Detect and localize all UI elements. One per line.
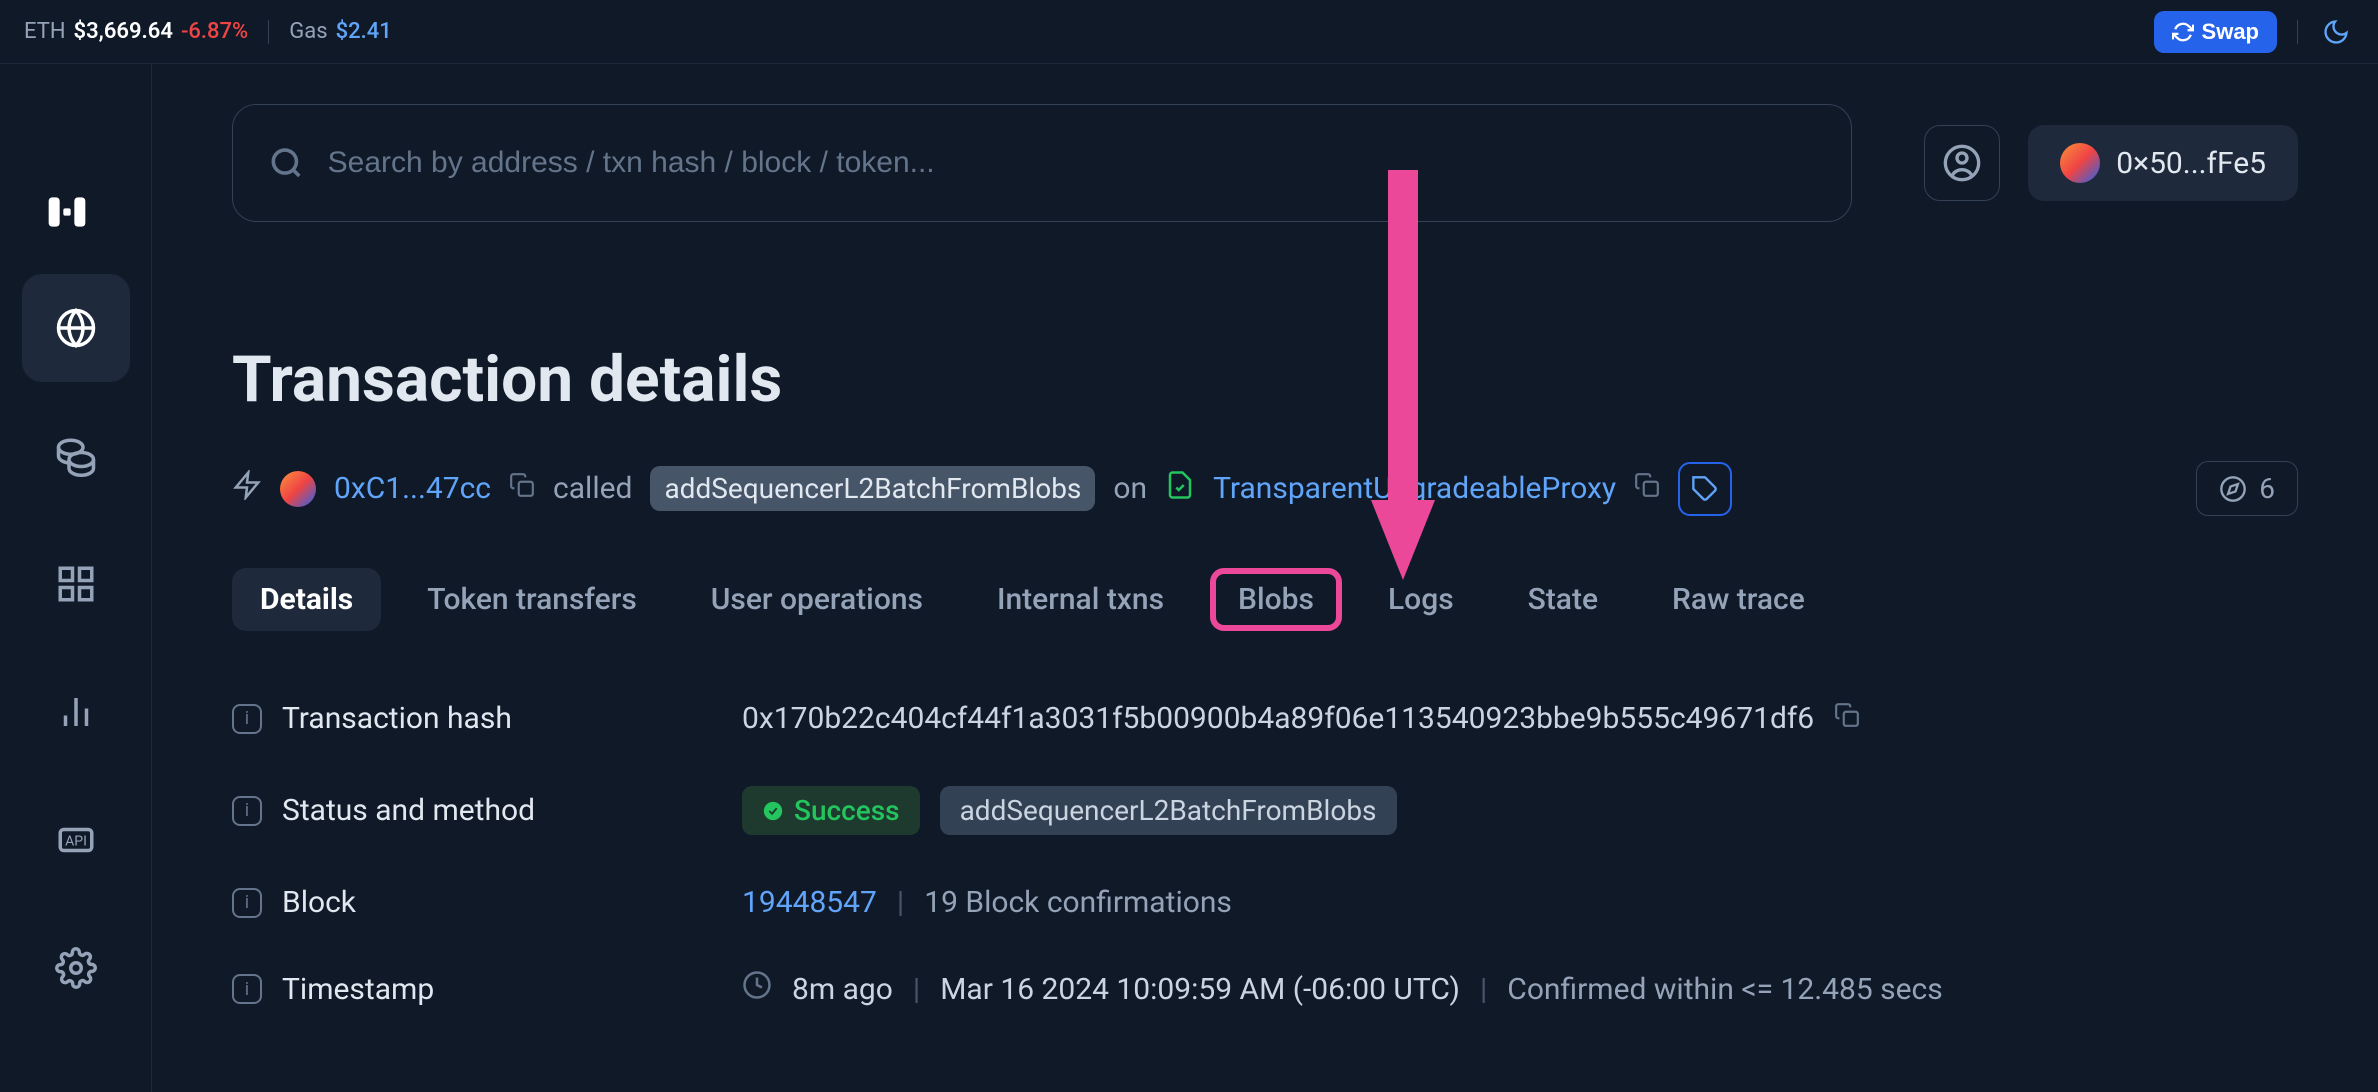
nav-stats[interactable] <box>22 658 130 766</box>
wallet-avatar <box>2060 143 2100 183</box>
app-logo[interactable] <box>45 190 89 238</box>
wallet-button[interactable]: 0×50...fFe5 <box>2028 125 2298 201</box>
coins-icon <box>55 435 97 477</box>
api-icon: API <box>55 819 97 861</box>
nav-tokens[interactable] <box>22 402 130 510</box>
nav-apps[interactable] <box>22 530 130 638</box>
on-label: on <box>1113 471 1147 506</box>
divider <box>2297 20 2298 44</box>
nav-explorer[interactable] <box>22 274 130 382</box>
copy-contract-icon[interactable] <box>1634 471 1660 506</box>
block-label: Block <box>282 885 722 920</box>
user-icon <box>1942 143 1982 183</box>
contract-link[interactable]: TransparentUpgradeableProxy <box>1213 471 1616 506</box>
divider: | <box>1480 972 1487 1007</box>
tab-raw-trace[interactable]: Raw trace <box>1644 568 1833 631</box>
bar-chart-icon <box>55 691 97 733</box>
tab-blobs[interactable]: Blobs <box>1210 568 1342 631</box>
refresh-icon <box>2172 21 2194 43</box>
tab-user-operations[interactable]: User operations <box>683 568 951 631</box>
bolt-icon <box>232 470 262 508</box>
account-button[interactable] <box>1924 125 2000 201</box>
search-input[interactable] <box>328 146 1815 180</box>
timestamp-full: Mar 16 2024 10:09:59 AM (-06:00 UTC) <box>940 972 1460 1007</box>
verified-icon <box>1165 470 1195 508</box>
info-icon[interactable]: i <box>232 974 262 1004</box>
wallet-address: 0×50...fFe5 <box>2116 146 2266 181</box>
block-confirmations: 19 Block confirmations <box>924 885 1232 920</box>
timestamp-label: Timestamp <box>282 972 722 1007</box>
counter-value: 6 <box>2259 472 2275 505</box>
tab-logs[interactable]: Logs <box>1360 568 1482 631</box>
from-address[interactable]: 0xC1...47cc <box>334 471 491 506</box>
svg-text:API: API <box>65 833 87 849</box>
swap-button[interactable]: Swap <box>2154 11 2277 53</box>
block-number-link[interactable]: 19448547 <box>742 885 877 920</box>
theme-toggle[interactable] <box>2318 14 2354 50</box>
divider: | <box>913 972 920 1007</box>
globe-icon <box>55 307 97 349</box>
gas-price: $2.41 <box>336 19 392 44</box>
from-avatar <box>280 471 316 507</box>
clock-icon <box>742 970 772 1008</box>
status-method-chip: addSequencerL2BatchFromBlobs <box>940 786 1397 835</box>
check-circle-icon <box>762 800 784 822</box>
nav-api[interactable]: API <box>22 786 130 894</box>
timestamp-confirmed: Confirmed within <= 12.485 secs <box>1507 972 1942 1007</box>
info-icon[interactable]: i <box>232 888 262 918</box>
called-label: called <box>553 471 632 506</box>
tx-hash-value: 0x170b22c404cf44f1a3031f5b00900b4a89f06e… <box>742 701 1814 736</box>
method-chip: addSequencerL2BatchFromBlobs <box>650 466 1095 511</box>
grid-icon <box>55 563 97 605</box>
gas-label: Gas <box>289 19 327 44</box>
tag-badge[interactable] <box>1678 462 1732 516</box>
info-icon[interactable]: i <box>232 704 262 734</box>
eth-change: -6.87% <box>181 19 248 44</box>
moon-icon <box>2322 18 2350 46</box>
divider: | <box>897 885 904 920</box>
tab-token-transfers[interactable]: Token transfers <box>399 568 665 631</box>
interpretation-counter[interactable]: 6 <box>2196 461 2298 516</box>
tab-internal-txns[interactable]: Internal txns <box>969 568 1192 631</box>
status-badge: Success <box>742 786 920 835</box>
status-label: Status and method <box>282 793 722 828</box>
search-box[interactable] <box>232 104 1852 222</box>
divider <box>268 20 269 44</box>
page-title: Transaction details <box>232 342 2298 417</box>
search-icon <box>269 145 304 181</box>
compass-icon <box>2219 475 2247 503</box>
tx-hash-label: Transaction hash <box>282 701 722 736</box>
tag-icon <box>1691 475 1719 503</box>
eth-price: $3,669.64 <box>74 19 173 44</box>
info-icon[interactable]: i <box>232 796 262 826</box>
copy-hash-icon[interactable] <box>1834 701 1860 736</box>
eth-label: ETH <box>24 19 66 44</box>
nav-settings[interactable] <box>22 914 130 1022</box>
tab-state[interactable]: State <box>1500 568 1626 631</box>
tab-details[interactable]: Details <box>232 568 381 631</box>
timestamp-ago: 8m ago <box>792 972 893 1007</box>
gear-icon <box>55 947 97 989</box>
copy-from-icon[interactable] <box>509 471 535 506</box>
